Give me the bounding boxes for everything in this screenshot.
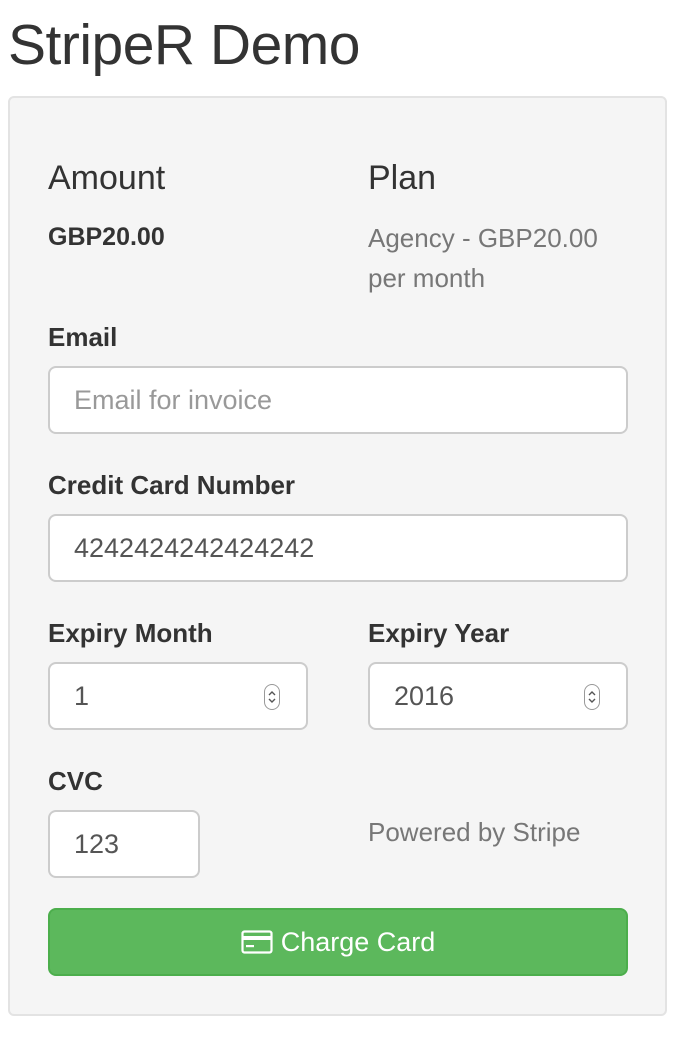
- email-label: Email: [48, 322, 118, 352]
- expiry-month-label: Expiry Month: [48, 618, 213, 648]
- expiry-year-stepper[interactable]: 2016: [368, 662, 628, 730]
- card-number-field[interactable]: 4242424242424242: [48, 514, 628, 582]
- expiry-month-value: 1: [74, 681, 90, 711]
- plan-value: Agency - GBP20.00 per month: [368, 223, 598, 293]
- amount-heading: Amount: [48, 159, 166, 197]
- cvc-field[interactable]: 123: [48, 810, 200, 878]
- card-number-label: Credit Card Number: [48, 470, 296, 500]
- cvc-label: CVC: [48, 766, 103, 796]
- expiry-year-label: Expiry Year: [368, 618, 510, 648]
- email-field[interactable]: [48, 366, 628, 434]
- amount-value: GBP20.00: [48, 223, 165, 251]
- charge-card-label: Charge Card: [280, 926, 436, 957]
- expiry-year-value: 2016: [394, 681, 455, 711]
- charge-card-button[interactable]: Charge Card: [48, 908, 628, 976]
- stepper-arrows-icon[interactable]: [264, 684, 280, 710]
- expiry-month-stepper[interactable]: 1: [48, 662, 308, 730]
- plan-heading: Plan: [368, 159, 437, 197]
- page-title: StripeR Demo: [8, 13, 360, 77]
- powered-by-stripe: Powered by Stripe: [368, 817, 581, 847]
- credit-card-icon: [241, 930, 273, 954]
- payment-form-panel: Amount Plan GBP20.00 Agency - GBP20.00 p…: [8, 96, 667, 1016]
- stepper-arrows-icon[interactable]: [584, 684, 600, 710]
